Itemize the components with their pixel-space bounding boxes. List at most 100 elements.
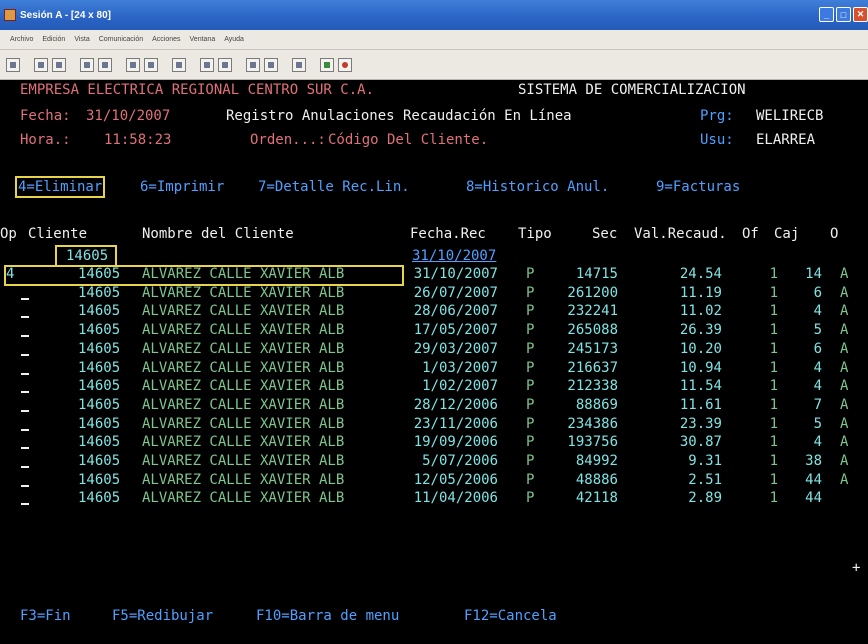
- cell-valor: 11.54: [679, 378, 722, 395]
- cell-o: A: [840, 359, 849, 376]
- print-screen-icon[interactable]: [6, 57, 20, 72]
- cell-tipo: P: [526, 471, 535, 488]
- row-option-input[interactable]: [21, 466, 29, 468]
- cell-valor: 10.94: [679, 359, 722, 376]
- f5-redraw[interactable]: F5=Redibujar: [112, 608, 213, 624]
- status-icon[interactable]: [320, 57, 334, 72]
- option-invoices[interactable]: 9=Facturas: [656, 179, 740, 195]
- cell-sec: 42118: [575, 490, 618, 507]
- cell-sec: 216637: [567, 359, 618, 376]
- maximize-button[interactable]: □: [836, 7, 851, 22]
- filter-fecha-input[interactable]: 31/10/2007: [412, 248, 496, 264]
- cell-tipo: P: [526, 453, 535, 469]
- row-option-input[interactable]: [21, 391, 29, 394]
- cell-tipo: P: [526, 322, 535, 339]
- record-icon[interactable]: [200, 57, 214, 72]
- receive-icon[interactable]: [98, 57, 112, 72]
- keyboard-icon[interactable]: [144, 57, 158, 72]
- row-option-input[interactable]: [21, 372, 29, 375]
- menu-acciones[interactable]: Acciones: [152, 36, 180, 43]
- menu-vista[interactable]: Vista: [74, 36, 89, 43]
- cell-of: 1: [769, 359, 778, 376]
- send-icon[interactable]: [80, 57, 94, 72]
- cell-sec: 232241: [567, 303, 618, 320]
- cell-nombre: ALVAREZ CALLE XAVIER ALB: [142, 359, 345, 376]
- cell-fecha: 28/06/2007: [413, 303, 498, 320]
- row-option-input[interactable]: [21, 316, 29, 319]
- app-icon: [4, 9, 16, 21]
- stop-icon[interactable]: [338, 57, 352, 72]
- cell-tipo: P: [526, 490, 535, 507]
- filter-cliente-input[interactable]: 14605: [54, 245, 118, 267]
- cell-tipo: P: [526, 378, 535, 395]
- disconnect-icon[interactable]: [264, 57, 278, 72]
- terminal-screen[interactable]: EMPRESA ELECTRICA REGIONAL CENTRO SUR C.…: [0, 80, 868, 644]
- row-option-input[interactable]: [21, 428, 29, 431]
- menu-archivo[interactable]: Archivo: [10, 36, 33, 43]
- cell-o: A: [840, 322, 849, 339]
- close-button[interactable]: ✕: [853, 7, 868, 22]
- cell-fecha: 5/07/2006: [422, 453, 498, 469]
- cell-sec: 193756: [567, 434, 618, 451]
- cell-valor: 2.89: [688, 490, 722, 507]
- cell-sec: 14715: [575, 266, 618, 282]
- f10-menu-bar[interactable]: F10=Barra de menu: [256, 608, 399, 624]
- cell-of: 1: [769, 284, 778, 301]
- cell-cliente: 14605: [78, 490, 121, 507]
- cell-valor: 11.19: [679, 284, 722, 301]
- cell-fecha: 12/05/2006: [413, 471, 498, 488]
- cell-caj: 5: [813, 415, 822, 432]
- play-icon[interactable]: [218, 57, 232, 72]
- cell-tipo: P: [526, 284, 535, 301]
- f3-exit[interactable]: F3=Fin: [20, 608, 71, 624]
- cell-caj: 6: [813, 284, 822, 301]
- menu-ayuda[interactable]: Ayuda: [224, 36, 244, 43]
- col-op: Op: [0, 226, 17, 242]
- display-icon[interactable]: [126, 57, 140, 72]
- row-option-input[interactable]: [21, 353, 29, 356]
- cell-of: 1: [769, 490, 778, 507]
- option-delete[interactable]: 4=Eliminar: [14, 176, 106, 198]
- window-title: Sesión A - [24 x 80]: [20, 9, 111, 21]
- option-history[interactable]: 8=Historico Anul.: [466, 179, 609, 195]
- cell-of: 1: [769, 434, 778, 451]
- row-option-input[interactable]: [21, 409, 29, 412]
- program-label: Prg:: [700, 108, 734, 124]
- row-option-input[interactable]: [21, 484, 29, 487]
- copy-icon[interactable]: [34, 57, 48, 72]
- row-option-input[interactable]: [21, 335, 29, 338]
- menu-ventana[interactable]: Ventana: [190, 36, 216, 43]
- help-icon[interactable]: [292, 57, 306, 72]
- cell-cliente: 14605: [78, 471, 121, 488]
- row-option-input[interactable]: [21, 447, 29, 450]
- col-o: O: [830, 226, 839, 242]
- connect-icon[interactable]: [246, 57, 260, 72]
- f12-cancel[interactable]: F12=Cancela: [464, 608, 557, 624]
- cell-cliente: 14605: [78, 378, 121, 395]
- minimize-button[interactable]: _: [819, 7, 834, 22]
- more-indicator: +: [852, 560, 861, 576]
- cell-valor: 23.39: [679, 415, 722, 432]
- cell-cliente: 14605: [78, 303, 121, 320]
- user-name: ELARREA: [756, 132, 816, 148]
- row-option-input[interactable]: [21, 297, 29, 300]
- menu-edicion[interactable]: Edición: [42, 36, 65, 43]
- cell-caj: 5: [813, 322, 822, 339]
- paste-icon[interactable]: [52, 57, 66, 72]
- cell-of: 1: [769, 396, 778, 413]
- option-detail[interactable]: 7=Detalle Rec.Lin.: [258, 179, 410, 195]
- row-option-input[interactable]: [21, 503, 29, 506]
- cell-fecha: 17/05/2007: [413, 322, 498, 339]
- cell-nombre: ALVAREZ CALLE XAVIER ALB: [142, 434, 345, 451]
- cell-cliente: 14605: [78, 453, 121, 469]
- cell-caj: 14: [805, 266, 822, 282]
- cell-of: 1: [769, 266, 778, 282]
- cell-caj: 4: [813, 359, 822, 376]
- cell-tipo: P: [526, 266, 535, 282]
- cell-tipo: P: [526, 415, 535, 432]
- cell-of: 1: [769, 303, 778, 320]
- macro-icon[interactable]: [172, 57, 186, 72]
- menu-comunicacion[interactable]: Comunicación: [99, 36, 143, 43]
- cell-tipo: P: [526, 359, 535, 376]
- option-print[interactable]: 6=Imprimir: [140, 179, 224, 195]
